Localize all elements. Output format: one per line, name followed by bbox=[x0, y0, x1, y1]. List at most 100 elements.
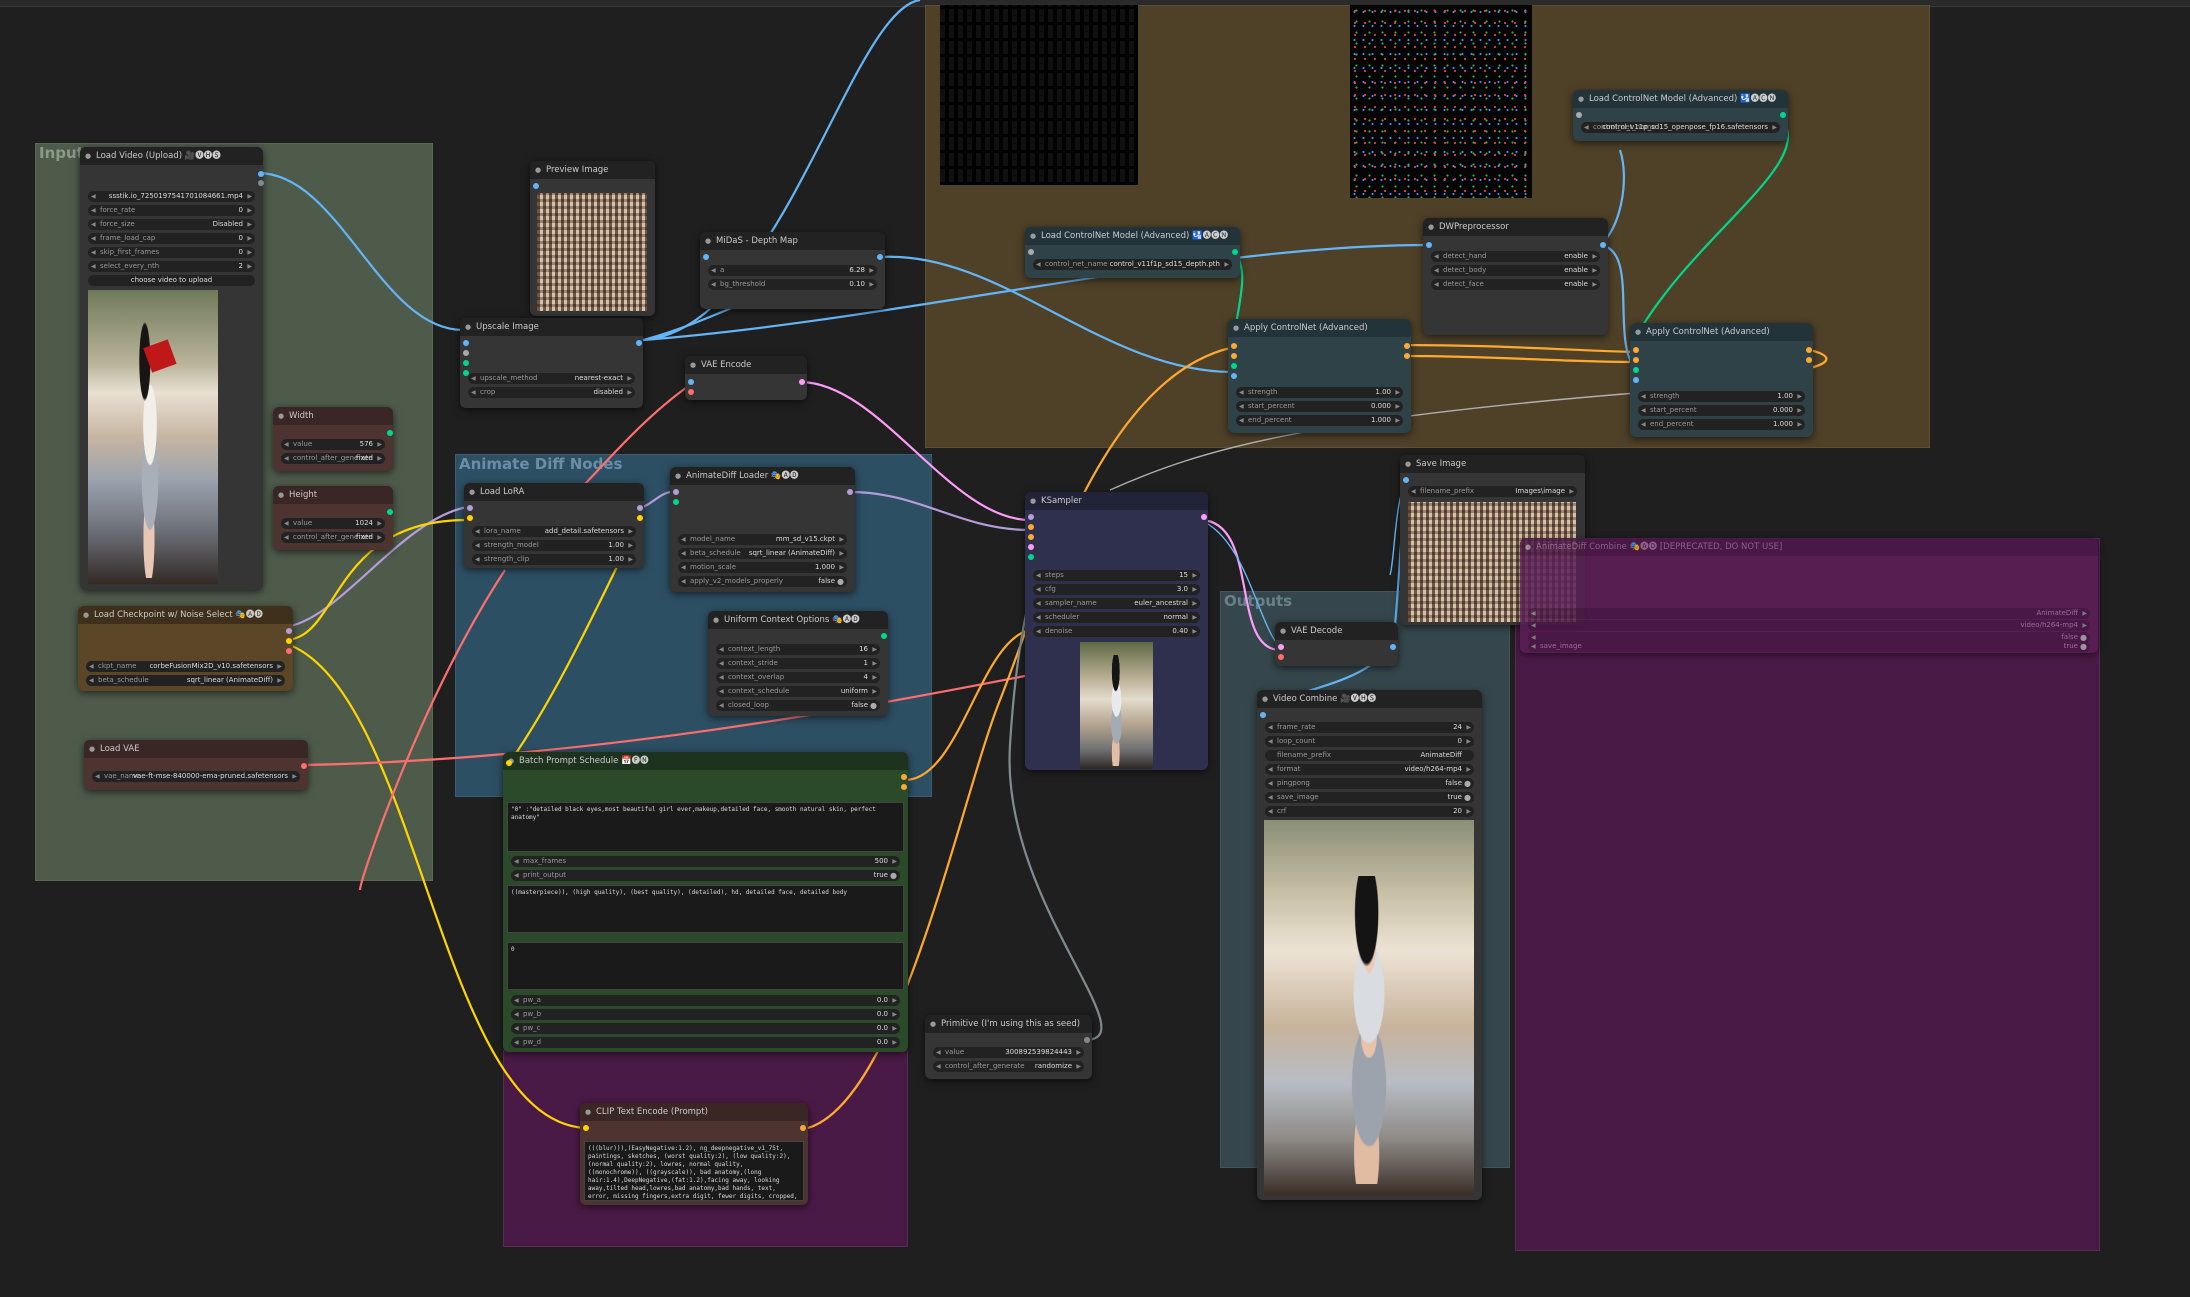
node-vae-decode[interactable]: VAE Decode bbox=[1275, 622, 1398, 666]
output-port[interactable] bbox=[286, 628, 292, 634]
widget-pw-a[interactable]: pw_a0.0 bbox=[511, 995, 900, 1006]
widget-end-percent[interactable]: end_percent1.000 bbox=[1236, 415, 1403, 426]
output-port[interactable] bbox=[636, 340, 642, 346]
widget-a[interactable]: a6.28 bbox=[708, 265, 877, 276]
widget-context-schedule[interactable]: context_scheduleuniform bbox=[716, 686, 880, 697]
widget-video-file[interactable]: ssstik.io_7250197541701084661.mp4 bbox=[88, 191, 255, 202]
widget-frame-rate[interactable]: frame_rate24 bbox=[1265, 722, 1474, 733]
input-port[interactable] bbox=[1633, 347, 1639, 353]
node-apply-controlnet-2[interactable]: Apply ControlNet (Advanced) strength1.00… bbox=[1630, 323, 1813, 437]
widget-closed-loop[interactable]: closed_loopfalse bbox=[716, 700, 880, 711]
widget-end-percent[interactable]: end_percent1.000 bbox=[1638, 419, 1805, 430]
input-port[interactable] bbox=[463, 360, 469, 366]
widget-control-after-generate[interactable]: control_after_generaterandomize bbox=[933, 1061, 1084, 1072]
widget-model-name[interactable]: model_namemm_sd_v15.ckpt bbox=[678, 534, 847, 545]
node-load-controlnet-openpose[interactable]: Load ControlNet Model (Advanced) 🛂🅐🅒🅝 co… bbox=[1573, 90, 1788, 141]
widget-pw-c[interactable]: pw_c0.0 bbox=[511, 1023, 900, 1034]
node-primitive-seed[interactable]: Primitive (I'm using this as seed) value… bbox=[925, 1015, 1092, 1079]
pre-text-textarea[interactable]: ((masterpiece)), (high quality), (best q… bbox=[507, 885, 904, 933]
node-vae-encode[interactable]: VAE Encode bbox=[685, 356, 807, 400]
upload-button[interactable]: choose video to upload bbox=[88, 275, 255, 286]
widget-control-net-name[interactable]: control_net_namecontrol_v11f1p_sd15_dept… bbox=[1033, 259, 1232, 270]
input-port[interactable] bbox=[1028, 524, 1034, 530]
widget-crop[interactable]: cropdisabled bbox=[468, 387, 635, 398]
output-port[interactable] bbox=[800, 1125, 806, 1131]
widget-context-stride[interactable]: context_stride1 bbox=[716, 658, 880, 669]
widget-beta-schedule[interactable]: beta_schedulesqrt_linear (AnimateDiff) bbox=[86, 675, 285, 686]
input-port[interactable] bbox=[583, 1125, 589, 1131]
output-port[interactable] bbox=[881, 633, 887, 639]
negative-prompt-textarea[interactable]: (((blur))),(EasyNegative:1.2), ng_deepne… bbox=[584, 1141, 804, 1201]
widget-strength-clip[interactable]: strength_clip1.00 bbox=[472, 554, 636, 565]
widget-pw-d[interactable]: pw_d0.0 bbox=[511, 1037, 900, 1048]
output-port[interactable] bbox=[901, 784, 907, 790]
widget-context-length[interactable]: context_length16 bbox=[716, 644, 880, 655]
input-port[interactable] bbox=[1633, 357, 1639, 363]
widget-force-rate[interactable]: force_rate0 bbox=[88, 205, 255, 216]
widget-format[interactable]: video/h264-mp4 bbox=[1528, 620, 2090, 631]
input-port[interactable] bbox=[1278, 644, 1284, 650]
widget-force-size[interactable]: force_sizeDisabled bbox=[88, 219, 255, 230]
node-width[interactable]: Width value576 control_after_generatefix… bbox=[273, 407, 393, 471]
node-batch-prompt-schedule[interactable]: Batch Prompt Schedule 📅🅕🅝 "0" :"detailed… bbox=[503, 752, 908, 1052]
input-port[interactable] bbox=[673, 489, 679, 495]
input-port[interactable] bbox=[1028, 554, 1034, 560]
widget-value[interactable]: value576 bbox=[281, 439, 385, 450]
widget-control-after-generate[interactable]: control_after_generatefixed bbox=[281, 532, 385, 543]
widget-denoise[interactable]: denoise0.40 bbox=[1033, 626, 1200, 637]
app-text-textarea[interactable]: 0 bbox=[507, 942, 904, 990]
widget-strength-model[interactable]: strength_model1.00 bbox=[472, 540, 636, 551]
input-port[interactable] bbox=[533, 183, 539, 189]
widget-context-overlap[interactable]: context_overlap4 bbox=[716, 672, 880, 683]
node-load-vae[interactable]: Load VAE vae_namevae-ft-mse-840000-ema-p… bbox=[84, 740, 308, 790]
output-port[interactable] bbox=[901, 774, 907, 780]
node-load-checkpoint[interactable]: Load Checkpoint w/ Noise Select 🎭🅐🅓 ckpt… bbox=[78, 606, 293, 691]
widget-print-output[interactable]: print_outputtrue bbox=[511, 870, 900, 881]
input-port[interactable] bbox=[1028, 544, 1034, 550]
input-port[interactable] bbox=[1576, 112, 1582, 118]
widget-pw-b[interactable]: pw_b0.0 bbox=[511, 1009, 900, 1020]
node-midas-depth-map[interactable]: MiDaS - Depth Map a6.28 bg_threshold0.10 bbox=[700, 232, 885, 309]
output-port[interactable] bbox=[847, 489, 853, 495]
widget-max-frames[interactable]: max_frames500 bbox=[511, 856, 900, 867]
output-port[interactable] bbox=[1404, 343, 1410, 349]
input-port[interactable] bbox=[1231, 353, 1237, 359]
widget-value[interactable]: value1024 bbox=[281, 518, 385, 529]
widget-sampler-name[interactable]: sampler_nameeuler_ancestral bbox=[1033, 598, 1200, 609]
widget-beta-schedule[interactable]: beta_schedulesqrt_linear (AnimateDiff) bbox=[678, 548, 847, 559]
output-port[interactable] bbox=[1806, 357, 1812, 363]
widget-seed-value[interactable]: value300892539824443 bbox=[933, 1047, 1084, 1058]
node-load-controlnet-depth[interactable]: Load ControlNet Model (Advanced) 🛂🅐🅒🅝 co… bbox=[1025, 227, 1240, 278]
widget-frame-load-cap[interactable]: frame_load_cap0 bbox=[88, 233, 255, 244]
widget-strength[interactable]: strength1.00 bbox=[1638, 391, 1805, 402]
widget-scheduler[interactable]: schedulernormal bbox=[1033, 612, 1200, 623]
input-port[interactable] bbox=[1260, 712, 1266, 718]
output-port[interactable] bbox=[637, 505, 643, 511]
node-dwpreprocessor[interactable]: DWPreprocessor detect_handenable detect_… bbox=[1423, 218, 1608, 335]
input-port[interactable] bbox=[1278, 654, 1284, 660]
output-port[interactable] bbox=[387, 509, 393, 515]
input-port[interactable] bbox=[1028, 249, 1034, 255]
output-port[interactable] bbox=[1600, 242, 1606, 248]
input-port[interactable] bbox=[467, 505, 473, 511]
widget-apply-v2-models-properly[interactable]: apply_v2_models_properlyfalse bbox=[678, 576, 847, 587]
widget-detect-hand[interactable]: detect_handenable bbox=[1431, 251, 1600, 262]
widget-start-percent[interactable]: start_percent0.000 bbox=[1638, 405, 1805, 416]
widget-save-image[interactable]: save_imagetrue bbox=[1265, 792, 1474, 803]
node-height[interactable]: Height value1024 control_after_generatef… bbox=[273, 486, 393, 550]
input-port[interactable] bbox=[1403, 477, 1409, 483]
widget-ckpt-name[interactable]: ckpt_namecorbeFusionMix2D_v10.safetensor… bbox=[86, 661, 285, 672]
widget-skip-first-frames[interactable]: skip_first_frames0 bbox=[88, 247, 255, 258]
widget-filename-prefix[interactable]: AnimateDiff bbox=[1528, 608, 2090, 619]
input-port[interactable] bbox=[1231, 373, 1237, 379]
node-load-lora[interactable]: Load LoRA lora_nameadd_detail.safetensor… bbox=[464, 483, 644, 568]
widget-bg-threshold[interactable]: bg_threshold0.10 bbox=[708, 279, 877, 290]
widget-detect-body[interactable]: detect_bodyenable bbox=[1431, 265, 1600, 276]
widget-start-percent[interactable]: start_percent0.000 bbox=[1236, 401, 1403, 412]
node-graph-canvas[interactable]: Inputs Animate Diff Nodes Outputs ● Load… bbox=[0, 0, 2190, 1297]
output-port[interactable] bbox=[1390, 644, 1396, 650]
input-port[interactable] bbox=[1231, 363, 1237, 369]
output-port[interactable] bbox=[286, 638, 292, 644]
widget-loop-count[interactable]: loop_count0 bbox=[1265, 736, 1474, 747]
widget-control-after-generate[interactable]: control_after_generatefixed bbox=[281, 453, 385, 464]
